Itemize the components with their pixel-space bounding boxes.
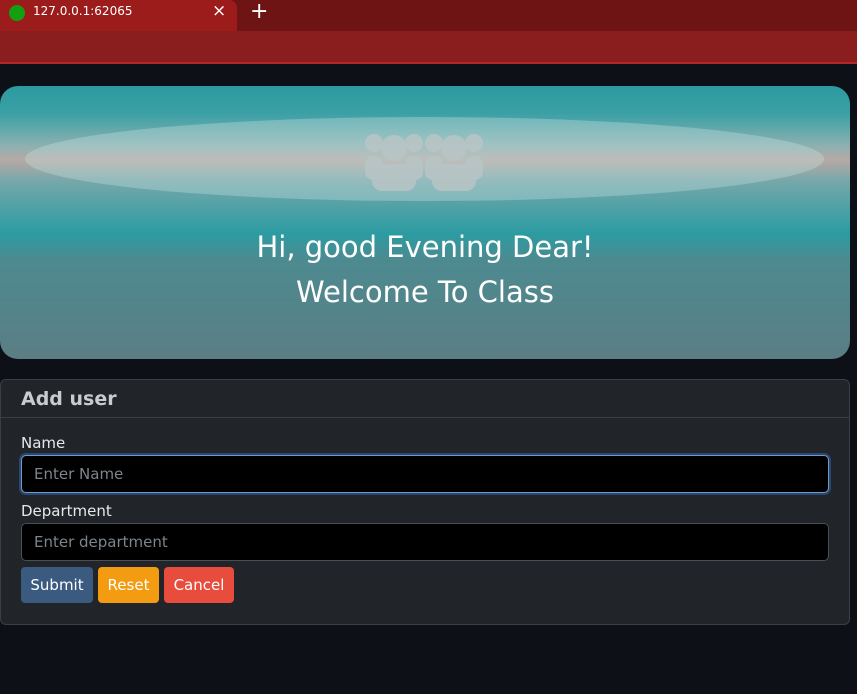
add-user-card: Add user Name Department Submit Reset Ca… xyxy=(0,379,850,625)
browser-toolbar xyxy=(0,31,857,64)
welcome-text: Welcome To Class xyxy=(296,275,554,309)
new-tab-icon[interactable]: + xyxy=(250,0,268,24)
cancel-button[interactable]: Cancel xyxy=(164,567,234,603)
card-header: Add user xyxy=(1,380,849,418)
hero-banner: Hi, good Evening Dear! Welcome To Class xyxy=(0,86,850,359)
close-icon[interactable]: × xyxy=(212,1,226,21)
tab-title: 127.0.0.1:62065 xyxy=(33,4,133,18)
department-label: Department xyxy=(21,502,112,520)
name-label: Name xyxy=(21,434,66,452)
users-group-icon xyxy=(365,134,483,191)
card-title: Add user xyxy=(21,388,117,410)
department-input[interactable] xyxy=(21,523,829,561)
submit-button[interactable]: Submit xyxy=(21,567,93,603)
browser-tab-bar: 127.0.0.1:62065 × + xyxy=(0,0,857,31)
greeting-text: Hi, good Evening Dear! xyxy=(256,230,594,264)
name-input[interactable] xyxy=(21,455,829,493)
favicon-icon xyxy=(9,5,25,21)
reset-button[interactable]: Reset xyxy=(98,567,159,603)
browser-tab[interactable]: 127.0.0.1:62065 × xyxy=(0,0,237,31)
